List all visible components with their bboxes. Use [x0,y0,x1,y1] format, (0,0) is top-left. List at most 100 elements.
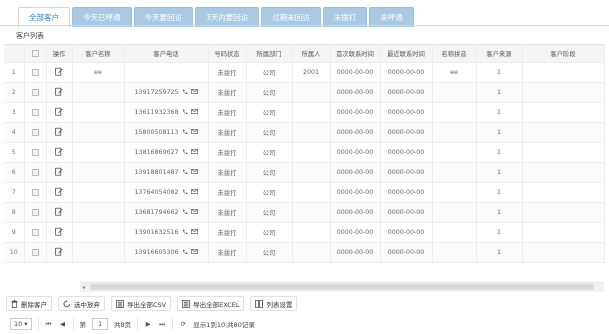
page-number-input[interactable]: 1 [92,318,109,330]
export-csv-button[interactable]: 导出全部CSV [111,296,172,311]
mail-icon[interactable] [190,129,198,136]
table-row[interactable]: 2 13917259725 未拨打 公司 0000-00-00 0000-00-00 1 [4,82,605,103]
last-page-icon[interactable]: ⏭ [158,320,166,329]
row-checkbox[interactable] [31,128,39,136]
row-checkbox[interactable] [31,188,39,196]
row-checkbox-cell[interactable] [24,62,47,83]
row-number: 10 [4,242,25,263]
header-customer-stage[interactable]: 客户阶段 [522,44,605,63]
column-settings-button[interactable]: 列表设置 [250,296,298,311]
edit-icon[interactable] [55,107,63,118]
row-checkbox-cell[interactable] [24,82,47,103]
tab-revisit-3-days[interactable]: 3天内要回访 [195,7,260,27]
phone-icon[interactable] [182,169,188,177]
table-row[interactable]: 5 13816869627 未拨打 公司 0000-00-00 0000-00-00 1 [4,142,605,163]
row-checkbox[interactable] [31,208,39,216]
next-page-icon[interactable]: ▶ [144,320,152,328]
row-checkbox-cell[interactable] [24,182,47,203]
edit-icon[interactable] [55,87,63,98]
row-checkbox[interactable] [31,168,39,176]
phone-icon[interactable] [182,229,188,237]
phone-icon[interactable] [182,209,188,217]
row-checkbox[interactable] [31,248,39,256]
mail-icon[interactable] [190,169,198,176]
export-excel-button[interactable]: 导出全部EXCEL [177,296,245,311]
tab-not-dialed[interactable]: 未拨打 [322,7,368,27]
table-row[interactable]: 6 13918801487 未拨打 公司 0000-00-00 0000-00-00 1 [4,162,605,183]
header-owner[interactable]: 所属人 [292,44,331,63]
phone-icon[interactable] [182,109,188,117]
mail-icon[interactable] [190,89,198,96]
row-checkbox-cell[interactable] [24,222,47,243]
refresh-icon[interactable]: ⟳ [179,320,187,328]
phone-icon[interactable] [182,89,188,97]
edit-icon[interactable] [55,187,63,198]
last-contact-cell: 0000-00-00 [380,202,433,223]
edit-icon[interactable] [55,167,63,178]
row-checkbox-cell[interactable] [24,202,47,223]
edit-icon[interactable] [55,227,63,238]
mail-icon[interactable] [190,189,198,196]
select-all-checkbox[interactable] [31,49,39,57]
mail-icon[interactable] [190,149,198,156]
row-checkbox[interactable] [31,228,39,236]
header-customer-source[interactable]: 客户来源 [476,44,523,63]
edit-icon[interactable] [55,247,63,258]
phone-icon[interactable] [182,249,188,257]
row-checkbox[interactable] [31,68,39,76]
phone-icon[interactable] [182,129,188,137]
edit-icon[interactable] [55,127,63,138]
prev-page-icon[interactable]: ◀ [59,320,67,328]
edit-icon[interactable] [55,67,63,78]
header-select-all[interactable] [24,44,47,63]
table-row[interactable]: 10 13916605306 未拨打 公司 0000-00-00 0000-00-00 1 [4,242,605,263]
table-row[interactable]: 4 15800508113 未拨打 公司 0000-00-00 0000-00-00 1 [4,122,605,143]
table-row[interactable]: 1 ee 未拨打 公司 2001 0000-00-00 0000-00-00 ee 1 [4,62,605,83]
horizontal-scrollbar[interactable]: ◂ [80,282,604,292]
mail-icon[interactable] [190,249,198,256]
edit-icon[interactable] [55,207,63,218]
table-row[interactable]: 9 13901632516 未拨打 公司 0000-00-00 0000-00-00 1 [4,222,605,243]
phone-wrap: 13916605306 [134,249,198,257]
mail-icon[interactable] [190,109,198,116]
delete-customer-button[interactable]: 删除客户 [6,296,52,311]
header-number-status[interactable]: 号码状态 [208,44,247,63]
row-actions-cell [46,102,73,123]
header-first-contact[interactable]: 首次联系时间 [330,44,381,63]
row-checkbox-cell[interactable] [24,122,47,143]
page-size-select[interactable]: 10 ▾ [10,318,32,330]
phone-icon[interactable] [182,189,188,197]
row-checkbox-cell[interactable] [24,242,47,263]
table-row[interactable]: 7 13764054082 未拨打 公司 0000-00-00 0000-00-00 1 [4,182,605,203]
row-checkbox-cell[interactable] [24,102,47,123]
table-row[interactable]: 8 13681794662 未拨打 公司 0000-00-00 0000-00-00 1 [4,202,605,223]
tab-all-customers[interactable]: 全部客户 [18,7,70,27]
table-row[interactable]: 3 13611932368 未拨打 公司 0000-00-00 0000-00-00 1 [4,102,605,123]
header-last-contact[interactable]: 最近联系时间 [380,44,433,63]
edit-icon[interactable] [55,147,63,158]
scroll-left-icon[interactable]: ◂ [82,283,85,292]
page-size-value: 10 [14,320,23,328]
first-contact-cell: 0000-00-00 [330,82,381,103]
tab-overdue-revisit[interactable]: 过期未回访 [261,7,321,27]
last-contact-cell: 0000-00-00 [380,82,433,103]
tab-not-connected[interactable]: 未呼通 [369,7,414,27]
header-customer-phone[interactable]: 客户电话 [124,44,209,63]
tab-called-today[interactable]: 今天已呼通 [72,7,132,27]
header-department[interactable]: 所属部门 [246,44,293,63]
customer-source-cell: 1 [476,162,523,183]
mail-icon[interactable] [190,229,198,236]
header-customer-name[interactable]: 客户名称 [72,44,125,63]
row-checkbox[interactable] [31,148,39,156]
tab-revisit-today[interactable]: 今天要回访 [133,7,193,27]
discard-selected-button[interactable]: 选中放弃 [58,296,105,311]
row-checkbox[interactable] [31,88,39,96]
phone-icon[interactable] [182,149,188,157]
scrollbar-thumb[interactable] [90,284,594,290]
row-checkbox-cell[interactable] [24,142,47,163]
first-page-icon[interactable]: ⏮ [45,320,53,329]
row-checkbox-cell[interactable] [24,162,47,183]
row-checkbox[interactable] [31,108,39,116]
mail-icon[interactable] [190,209,198,216]
header-name-pinyin[interactable]: 名称拼音 [432,44,477,63]
